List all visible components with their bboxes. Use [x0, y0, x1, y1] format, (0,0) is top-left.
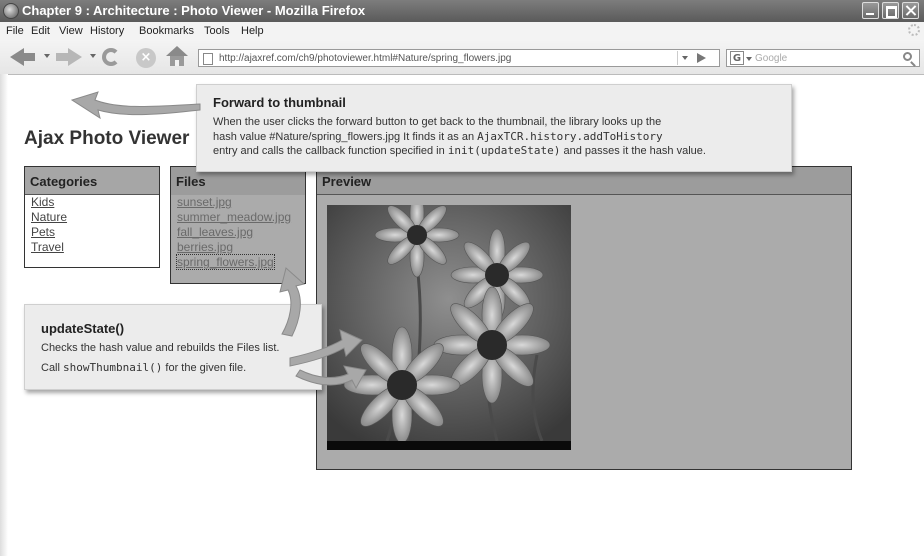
callout-forward-line3-text: entry and calls the callback function sp…: [213, 145, 448, 157]
url-input[interactable]: [219, 51, 659, 65]
search-engine-icon[interactable]: G: [730, 51, 744, 65]
window-title: Chapter 9 : Architecture : Photo Viewer …: [22, 3, 366, 18]
reload-button[interactable]: [102, 48, 120, 66]
maximize-button[interactable]: [882, 2, 899, 19]
address-bar[interactable]: [198, 49, 720, 67]
category-link-pets[interactable]: Pets: [31, 225, 55, 239]
home-icon: [166, 46, 188, 56]
categories-panel: Categories Kids Nature Pets Travel: [24, 166, 160, 268]
callout-forward-body: When the user clicks the forward button …: [213, 115, 785, 159]
forward-history-dropdown-icon[interactable]: [90, 54, 96, 58]
back-button[interactable]: [10, 48, 36, 66]
search-icon[interactable]: [903, 52, 912, 61]
menu-history[interactable]: History: [90, 25, 124, 37]
file-link-summer-meadow[interactable]: summer_meadow.jpg: [177, 210, 291, 224]
callout-update-line2-text: Call: [41, 362, 64, 374]
menu-help[interactable]: Help: [241, 25, 264, 37]
window-titlebar: Chapter 9 : Architecture : Photo Viewer …: [0, 0, 924, 22]
callout-update-line2: Call showThumbnail() for the given file.: [41, 361, 246, 374]
callout-update-line1: Checks the hash value and rebuilds the F…: [41, 342, 280, 354]
callout-forward-line1: When the user clicks the forward button …: [213, 116, 662, 128]
close-button[interactable]: [902, 2, 919, 19]
firefox-icon: [3, 3, 19, 19]
menu-bar: File Edit View History Bookmarks Tools H…: [0, 22, 924, 41]
callout-forward-to-thumbnail: Forward to thumbnail When the user click…: [196, 84, 792, 172]
navigation-toolbar: × G: [0, 40, 924, 75]
file-link-berries[interactable]: berries.jpg: [177, 240, 233, 254]
callout-forward-line2-code: AjaxTCR.history.addToHistory: [477, 129, 663, 143]
menu-view[interactable]: View: [59, 25, 83, 37]
stop-button[interactable]: ×: [136, 48, 156, 68]
window-left-edge: [0, 74, 8, 556]
callout-forward-title: Forward to thumbnail: [213, 95, 346, 110]
files-panel: Files sunset.jpg summer_meadow.jpg fall_…: [170, 166, 306, 284]
file-link-sunset[interactable]: sunset.jpg: [177, 195, 232, 209]
callout-update-title: updateState(): [41, 321, 125, 336]
callout-forward-line2: hash value #Nature/spring_flowers.jpg It…: [213, 130, 785, 145]
categories-header: Categories: [25, 167, 159, 195]
preview-photo[interactable]: [327, 205, 571, 450]
menu-file[interactable]: File: [6, 25, 24, 37]
go-arrow-icon[interactable]: [697, 53, 706, 63]
menu-tools[interactable]: Tools: [204, 25, 230, 37]
category-link-kids[interactable]: Kids: [31, 195, 54, 209]
callout-forward-line3-code: init(updateState): [447, 144, 561, 157]
page-icon: [203, 53, 213, 65]
callout-update-state: updateState() Checks the hash value and …: [24, 304, 322, 390]
categories-list: Kids Nature Pets Travel: [25, 195, 159, 255]
category-link-nature[interactable]: Nature: [31, 210, 67, 224]
callout-forward-line2-text: hash value #Nature/spring_flowers.jpg It…: [213, 130, 478, 143]
file-link-fall-leaves[interactable]: fall_leaves.jpg: [177, 225, 253, 239]
file-link-spring-flowers[interactable]: spring_flowers.jpg: [176, 254, 275, 270]
forward-callout-arrow-icon: [70, 91, 201, 120]
callout-forward-line3: entry and calls the callback function sp…: [213, 144, 785, 159]
page-title: Ajax Photo Viewer: [24, 128, 190, 149]
forward-button[interactable]: [56, 48, 82, 66]
menu-edit[interactable]: Edit: [31, 25, 50, 37]
home-button[interactable]: [166, 46, 188, 68]
throbber-icon: [908, 24, 920, 36]
callout-update-line2-tail: for the given file.: [162, 362, 247, 374]
search-input[interactable]: [755, 51, 875, 65]
files-list: sunset.jpg summer_meadow.jpg fall_leaves…: [171, 195, 305, 270]
menu-bookmarks[interactable]: Bookmarks: [139, 25, 194, 37]
callout-update-line2-code: showThumbnail(): [63, 361, 163, 374]
preview-panel: Preview: [316, 166, 852, 470]
url-history-dropdown-icon[interactable]: [677, 51, 692, 65]
category-link-travel[interactable]: Travel: [31, 240, 64, 254]
search-engine-dropdown-icon[interactable]: [746, 57, 752, 61]
flowers-photo-image: [327, 205, 571, 450]
minimize-button[interactable]: [862, 2, 879, 19]
callout-forward-line3-tail: and passes it the hash value.: [560, 145, 706, 157]
back-history-dropdown-icon[interactable]: [44, 54, 50, 58]
search-bar[interactable]: G: [726, 49, 920, 67]
